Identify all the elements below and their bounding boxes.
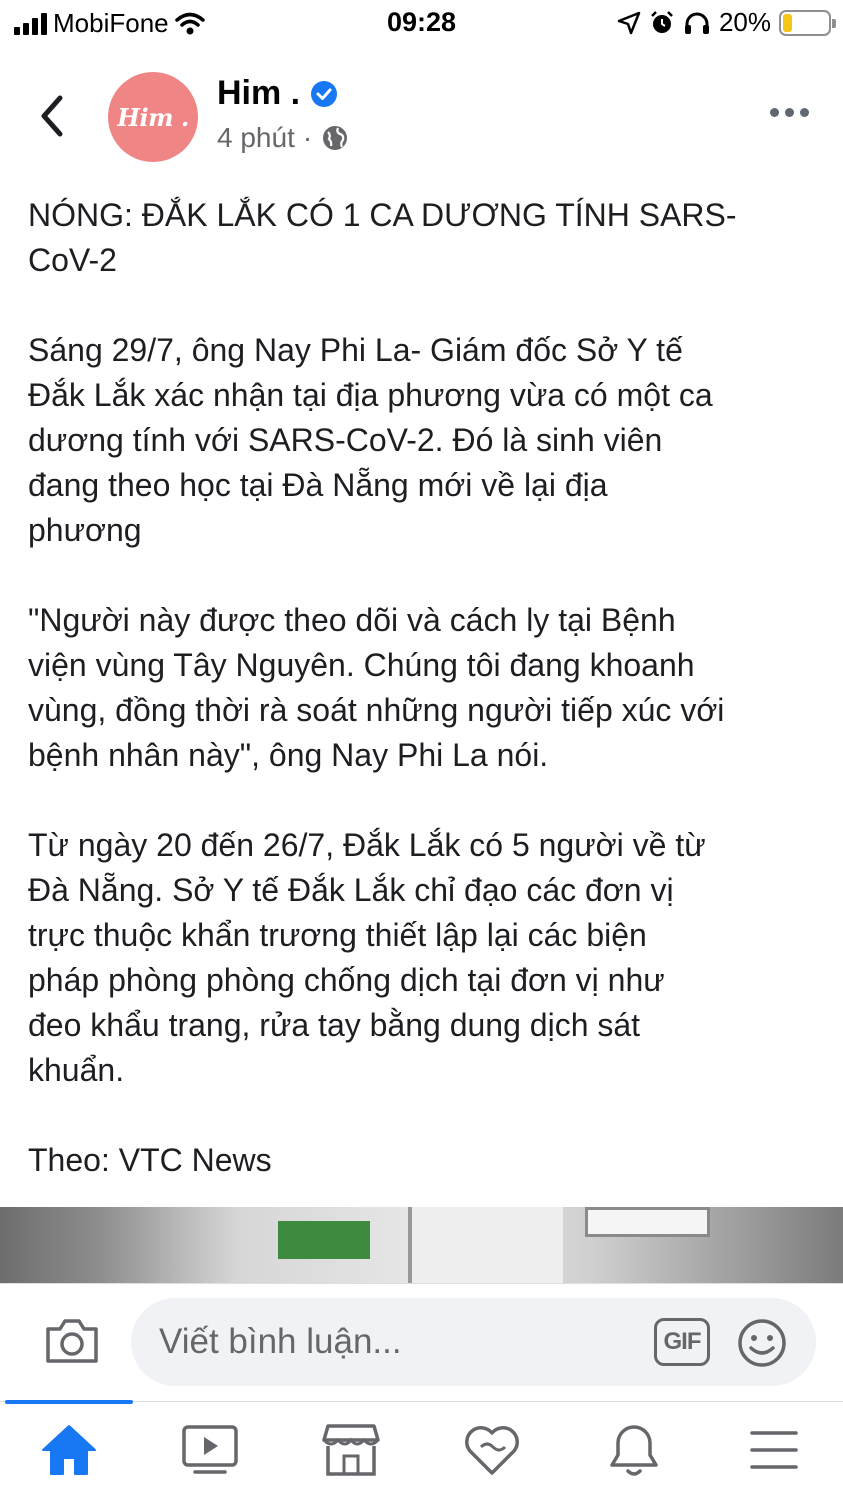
post-body: NÓNG: ĐẮK LẮK CÓ 1 CA DƯƠNG TÍNH SARS- C… [28,193,828,1228]
post-meta: 4 phút · [217,122,350,154]
gif-button[interactable]: GIF [654,1318,710,1366]
active-tab-indicator [5,1400,133,1404]
location-icon [617,11,641,34]
marketplace-icon[interactable] [321,1420,381,1480]
post-source: Theo: VTC News [28,1142,272,1178]
tab-bar [0,1400,843,1499]
author-line: Him . [217,74,338,113]
comment-input[interactable]: Viết bình luận... GIF [131,1298,816,1386]
home-icon[interactable] [39,1420,99,1480]
emoji-icon[interactable] [737,1318,787,1368]
image-door [408,1207,563,1283]
status-bar: MobiFone 09:28 20% [0,0,843,48]
verified-badge-icon [311,80,338,107]
post-image[interactable] [0,1207,843,1283]
watch-icon[interactable] [180,1420,240,1480]
author-name[interactable]: Him . [217,74,300,113]
more-options-icon[interactable] [770,108,809,117]
post-header: Him . Him . 4 phút · [0,62,843,172]
camera-icon[interactable] [44,1315,100,1365]
post-time[interactable]: 4 phút [217,122,295,154]
alarm-icon [651,10,673,33]
status-right: 20% [617,7,836,38]
menu-icon[interactable] [744,1420,804,1480]
post-headline: NÓNG: ĐẮK LẮK CÓ 1 CA DƯƠNG TÍNH SARS- C… [28,197,737,278]
headphones-icon [684,12,709,34]
post-paragraph: "Người này được theo dõi và cách ly tại … [28,602,725,773]
post-paragraph: Từ ngày 20 đến 26/7, Đắk Lắk có 5 người … [28,827,706,1088]
post-paragraph: Sáng 29/7, ông Nay Phi La- Giám đốc Sở Y… [28,332,713,548]
image-window [585,1207,710,1237]
battery-icon [779,9,836,36]
image-green-sign [278,1221,370,1259]
comment-bar: Viết bình luận... GIF [0,1283,843,1401]
avatar[interactable]: Him . [108,72,198,162]
comment-placeholder: Viết bình luận... [159,1322,402,1361]
meta-separator: · [302,122,313,153]
globe-icon [323,126,348,150]
battery-percent: 20% [718,7,771,37]
back-icon[interactable] [32,92,72,140]
dating-icon[interactable] [462,1420,522,1480]
notifications-icon[interactable] [604,1420,664,1480]
avatar-logo-text: Him . [117,102,189,132]
